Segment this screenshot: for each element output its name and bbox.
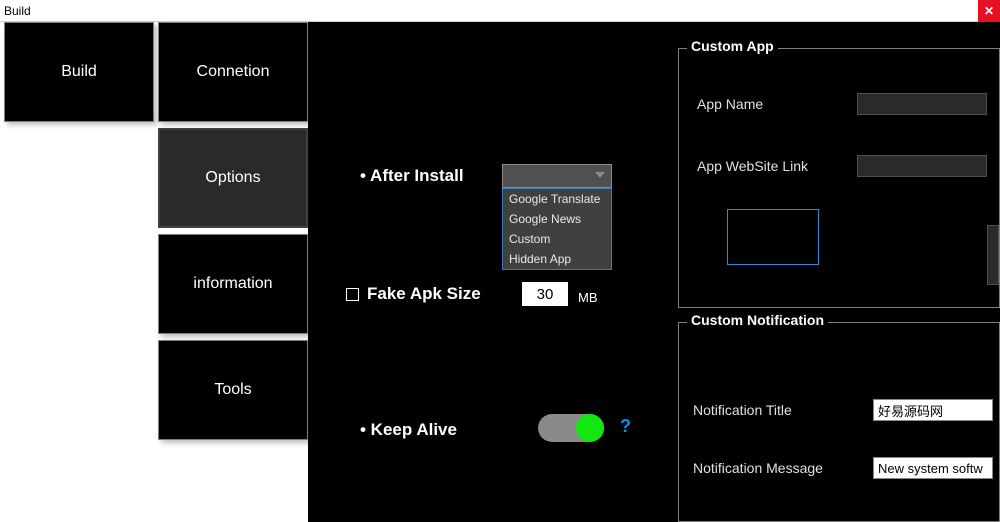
notification-title-input[interactable] — [873, 399, 993, 421]
notification-message-label: Notification Message — [693, 460, 873, 476]
nav-options[interactable]: Options — [158, 128, 308, 228]
keep-alive-label: • Keep Alive — [360, 420, 457, 440]
fake-size-label: Fake Apk Size — [367, 284, 481, 304]
window-title: Build — [4, 4, 31, 18]
keep-alive-toggle[interactable] — [538, 414, 604, 442]
notification-message-input[interactable] — [873, 457, 993, 479]
notification-title-label: Notification Title — [693, 402, 873, 418]
toggle-knob-icon — [576, 414, 604, 442]
nav-sidebar: Build Connetion Options information Tool… — [0, 22, 308, 522]
after-install-option[interactable]: Custom — [503, 229, 611, 249]
nav-build[interactable]: Build — [4, 22, 154, 122]
custom-app-legend: Custom App — [687, 38, 778, 54]
custom-app-side-button[interactable] — [987, 225, 999, 285]
custom-notification-legend: Custom Notification — [687, 312, 828, 328]
after-install-option[interactable]: Hidden App — [503, 249, 611, 269]
fake-size-row: Fake Apk Size — [346, 284, 481, 304]
app-name-label: App Name — [697, 96, 857, 112]
nav-information[interactable]: information — [158, 234, 308, 334]
fake-size-unit: MB — [578, 290, 598, 305]
app-website-label: App WebSite Link — [697, 158, 857, 174]
after-install-option[interactable]: Google News — [503, 209, 611, 229]
after-install-dropdown[interactable] — [502, 164, 612, 188]
custom-notification-group: Custom Notification Notification Title N… — [678, 322, 1000, 522]
after-install-option[interactable]: Google Translate — [503, 189, 611, 209]
fake-size-checkbox[interactable] — [346, 288, 359, 301]
options-panel: • After Install Google Translate Google … — [308, 22, 1000, 522]
close-icon: ✕ — [984, 4, 994, 18]
app-name-input[interactable] — [857, 93, 987, 115]
nav-connetion[interactable]: Connetion — [158, 22, 308, 122]
chevron-down-icon — [595, 172, 605, 178]
custom-app-group: Custom App App Name App WebSite Link — [678, 48, 1000, 308]
keep-alive-help[interactable]: ? — [620, 416, 631, 437]
after-install-dropdown-list: Google Translate Google News Custom Hidd… — [502, 188, 612, 270]
nav-tools[interactable]: Tools — [158, 340, 308, 440]
app-icon-picker[interactable] — [727, 209, 819, 265]
after-install-label: • After Install — [360, 166, 464, 186]
app-website-input[interactable] — [857, 155, 987, 177]
fake-size-input[interactable] — [522, 282, 568, 306]
close-button[interactable]: ✕ — [978, 0, 1000, 22]
